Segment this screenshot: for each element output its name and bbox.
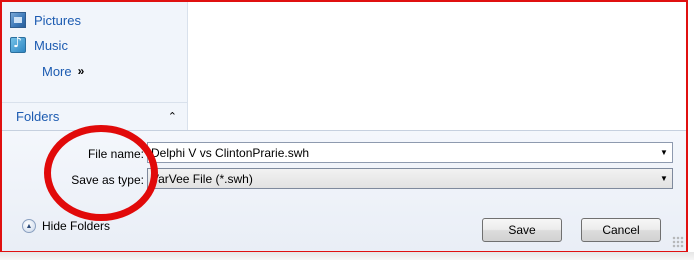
bottom-shadow	[0, 252, 694, 260]
double-chevron-right-icon: »	[77, 64, 85, 78]
resize-grip-icon[interactable]	[672, 236, 684, 248]
chevron-up-icon: ⌃	[167, 111, 177, 123]
file-name-value: Delphi V vs ClintonPrarie.swh	[151, 145, 310, 160]
dropdown-arrow-icon[interactable]: ▼	[656, 143, 672, 162]
pictures-icon	[10, 12, 26, 28]
save-as-type-label: Save as type:	[71, 173, 144, 187]
folders-toggle[interactable]: Folders ⌃	[2, 102, 187, 130]
nav-item-pictures[interactable]: Pictures	[10, 10, 81, 30]
nav-item-music[interactable]: Music	[10, 35, 68, 55]
more-label: More	[42, 63, 72, 79]
dropdown-arrow-icon[interactable]: ▼	[656, 169, 672, 188]
nav-item-label: Music	[34, 37, 68, 53]
file-list-pane[interactable]	[188, 2, 686, 130]
music-icon	[10, 35, 26, 53]
hide-folders-label: Hide Folders	[42, 219, 111, 233]
collapse-up-icon: ▲	[22, 219, 36, 233]
hide-folders-button[interactable]: ▲ Hide Folders	[22, 219, 110, 233]
cancel-button[interactable]: Cancel	[581, 218, 661, 242]
save-button[interactable]: Save	[482, 218, 562, 242]
nav-item-label: Pictures	[34, 12, 81, 28]
save-as-type-select[interactable]: VarVee File (*.swh) ▼	[147, 168, 673, 189]
file-name-input[interactable]: Delphi V vs ClintonPrarie.swh ▼	[147, 142, 673, 163]
file-name-label: File name:	[87, 147, 144, 161]
nav-more-link[interactable]: More »	[42, 61, 84, 81]
save-as-type-value: VarVee File (*.swh)	[151, 171, 253, 186]
folders-label: Folders	[16, 109, 60, 124]
